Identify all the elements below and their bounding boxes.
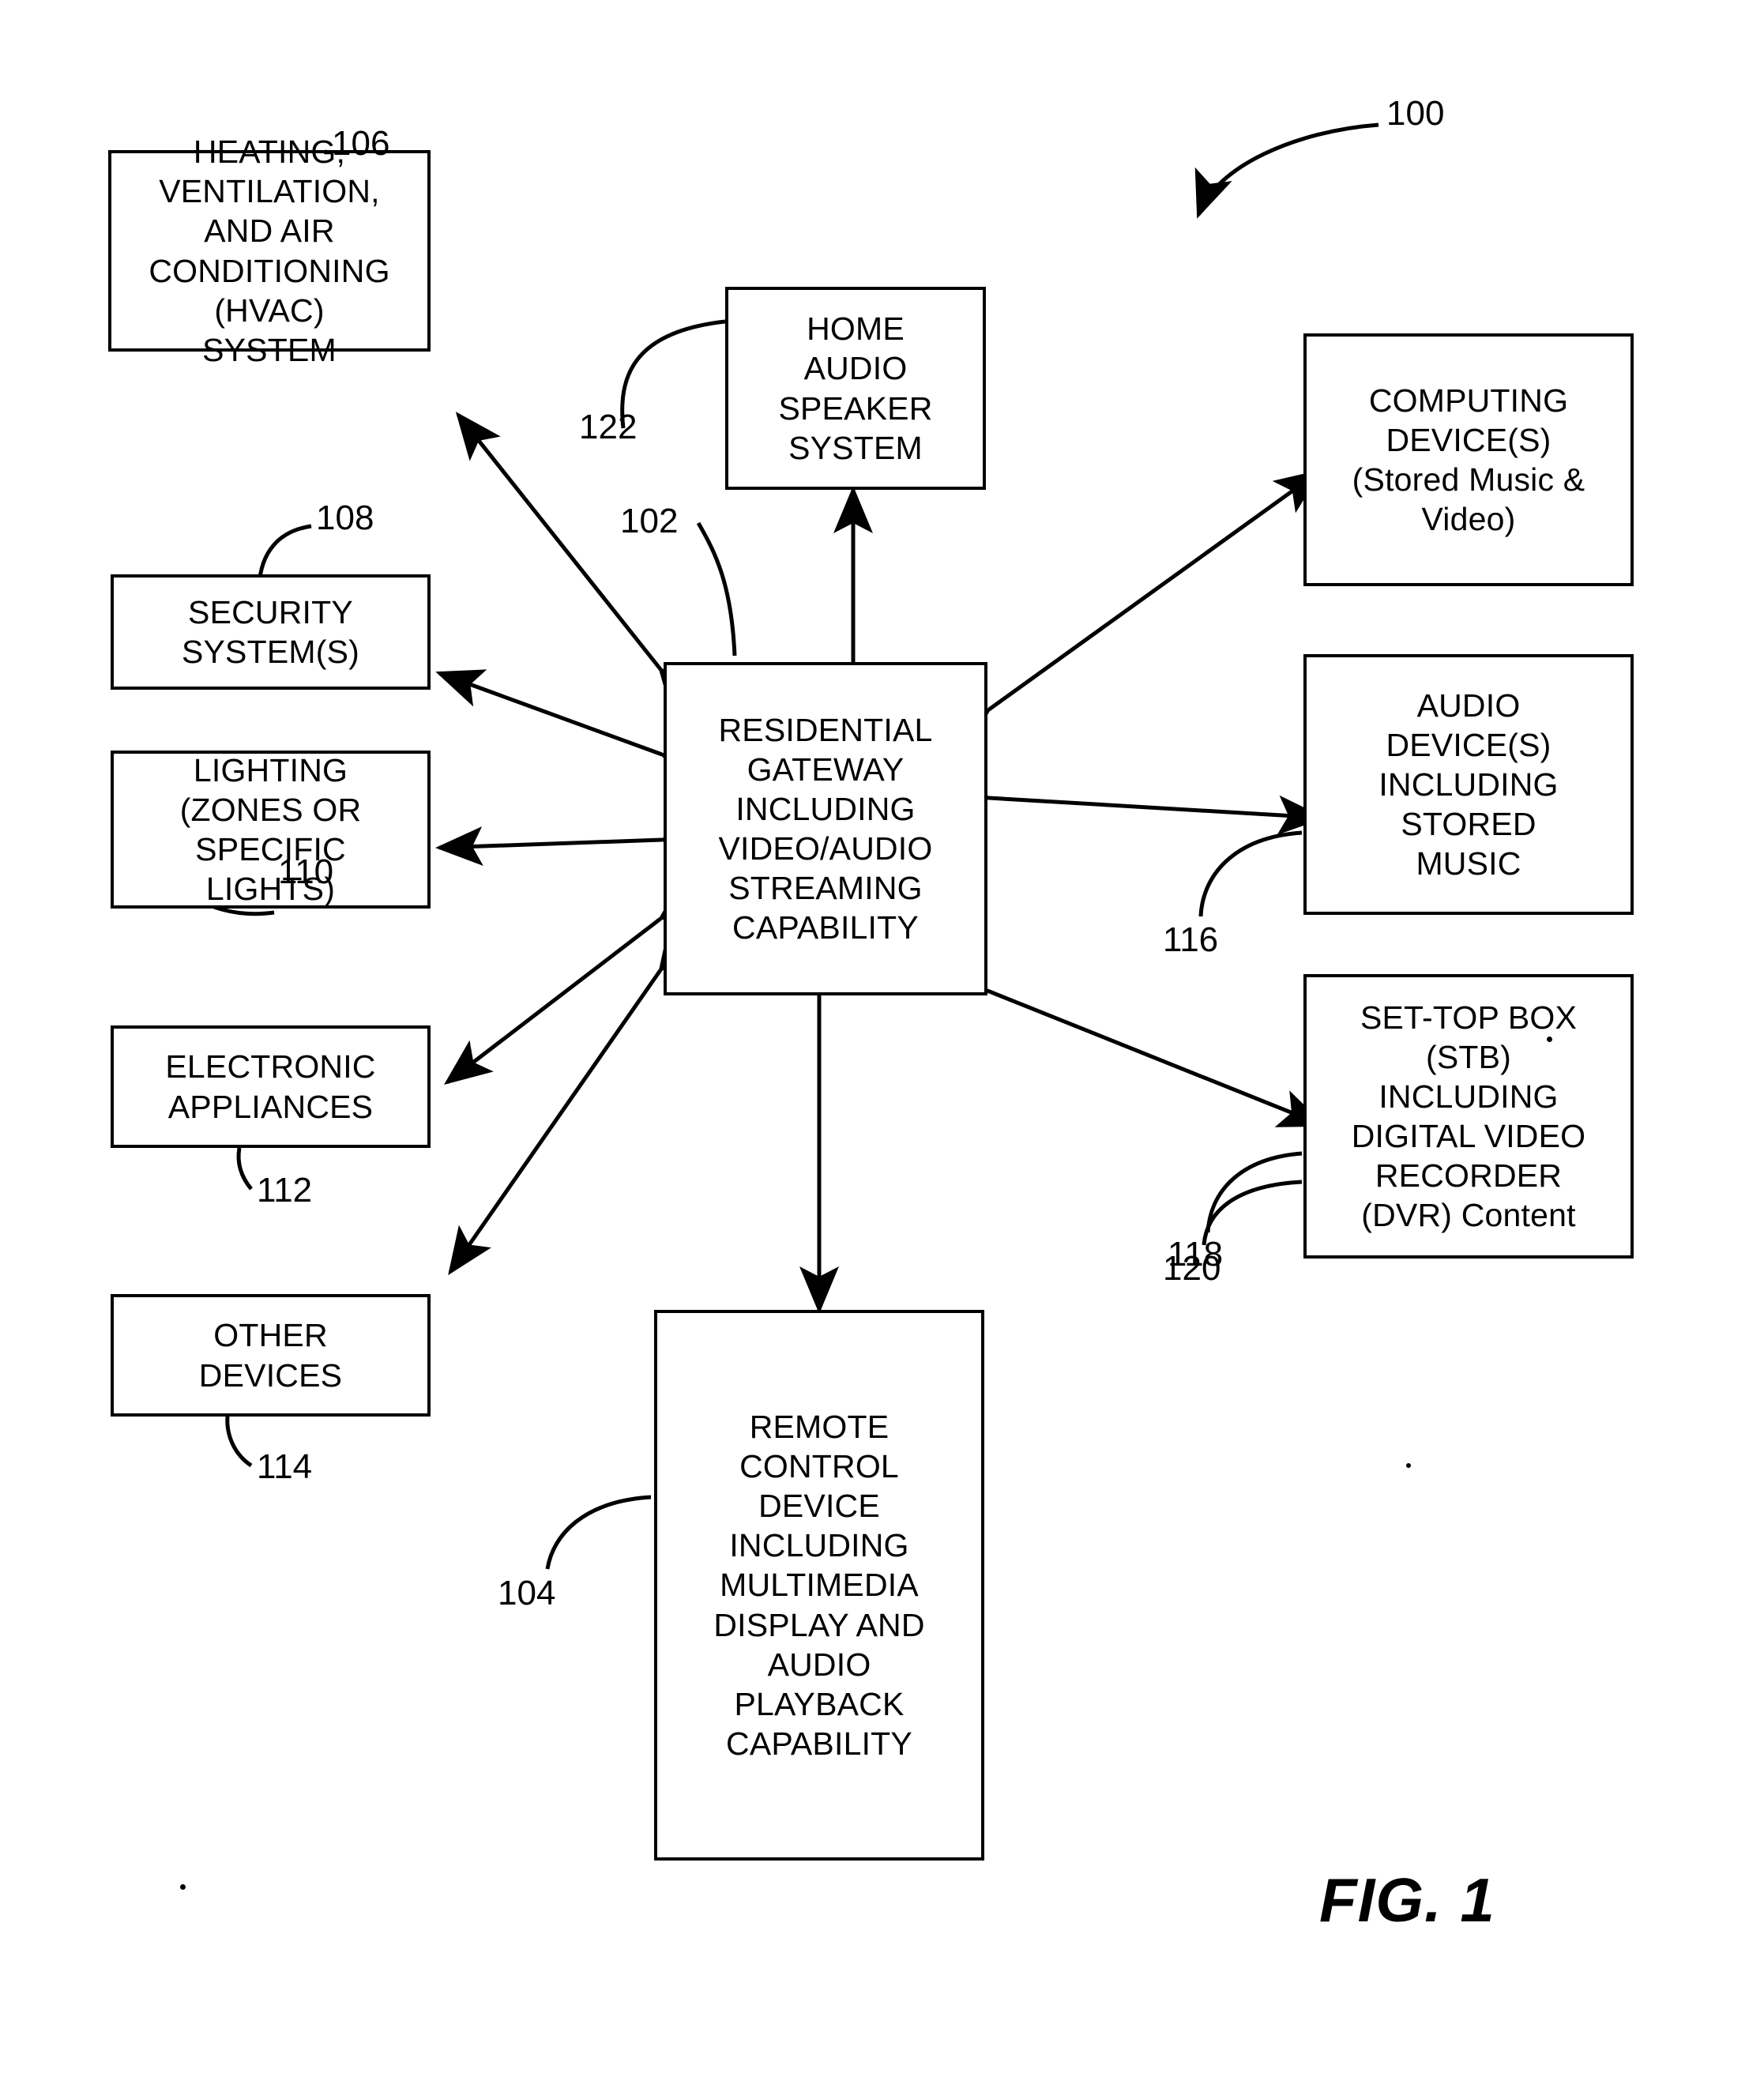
link-gateway-audio-devices <box>944 775 1326 835</box>
leader-122 <box>620 319 726 429</box>
ref-label-110: 110 <box>278 852 334 891</box>
leader-102 <box>696 521 737 657</box>
link-gateway-other-devices <box>448 923 701 1276</box>
scan-speck <box>180 1884 186 1890</box>
other-devices-box[interactable]: OTHER DEVICES <box>111 1294 431 1417</box>
security-system-box[interactable]: SECURITY SYSTEM(S) <box>111 574 431 690</box>
link-gateway-computing <box>942 469 1323 751</box>
hvac-system-box[interactable]: HEATING, VENTILATION, AND AIR CONDITIONI… <box>108 134 431 368</box>
link-gateway-security <box>435 669 710 788</box>
link-gateway-appliances <box>444 876 707 1086</box>
leader-100 <box>1194 122 1379 219</box>
ref-label-114: 114 <box>257 1447 313 1486</box>
computing-devices-box[interactable]: COMPUTING DEVICE(S) (Stored Music & Vide… <box>1303 333 1634 586</box>
ref-label-116: 116 <box>1163 920 1219 959</box>
ref-label-122: 122 <box>579 408 638 446</box>
home-audio-speaker-system-box[interactable]: HOME AUDIO SPEAKER SYSTEM <box>725 287 986 490</box>
set-top-box-box[interactable]: SET-TOP BOX (STB) INCLUDING DIGITAL VIDE… <box>1303 974 1634 1259</box>
patent-figure-1: HEATING, VENTILATION, AND AIR CONDITIONI… <box>0 0 1764 2092</box>
leader-112 <box>236 1147 253 1191</box>
ref-label-108: 108 <box>316 499 374 537</box>
figure-caption: FIG. 1 <box>1319 1865 1495 1935</box>
ref-label-106: 106 <box>332 124 390 163</box>
leader-118 <box>1205 1151 1303 1233</box>
link-gateway-hvac <box>455 412 703 716</box>
link-gateway-stb <box>939 956 1326 1127</box>
scan-speck <box>1547 1037 1552 1042</box>
remote-control-device-box[interactable]: REMOTE CONTROL DEVICE INCLUDING MULTIMED… <box>654 1310 984 1861</box>
ref-label-112: 112 <box>257 1171 313 1210</box>
residential-gateway-box[interactable]: RESIDENTIAL GATEWAY INCLUDING VIDEO/AUDI… <box>664 662 987 995</box>
ref-label-102: 102 <box>620 502 679 540</box>
ref-label-120: 120 <box>1163 1249 1221 1288</box>
link-gateway-lighting <box>435 818 706 867</box>
ref-label-100: 100 <box>1386 94 1445 133</box>
lighting-box[interactable]: LIGHTING (ZONES OR SPECIFIC LIGHTS) <box>111 751 431 909</box>
electronic-appliances-box[interactable]: ELECTRONIC APPLIANCES <box>111 1025 431 1148</box>
leader-104 <box>545 1495 652 1570</box>
leader-116 <box>1198 830 1303 917</box>
scan-speck <box>1406 1463 1411 1468</box>
leader-114 <box>225 1415 253 1468</box>
ref-label-104: 104 <box>498 1574 556 1612</box>
audio-devices-box[interactable]: AUDIO DEVICE(S) INCLUDING STORED MUSIC <box>1303 654 1634 915</box>
